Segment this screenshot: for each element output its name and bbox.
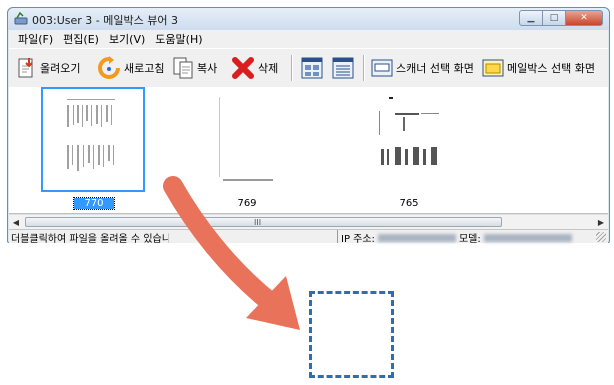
- drop-target-box[interactable]: [309, 291, 394, 378]
- drag-arrow-icon: [163, 176, 300, 330]
